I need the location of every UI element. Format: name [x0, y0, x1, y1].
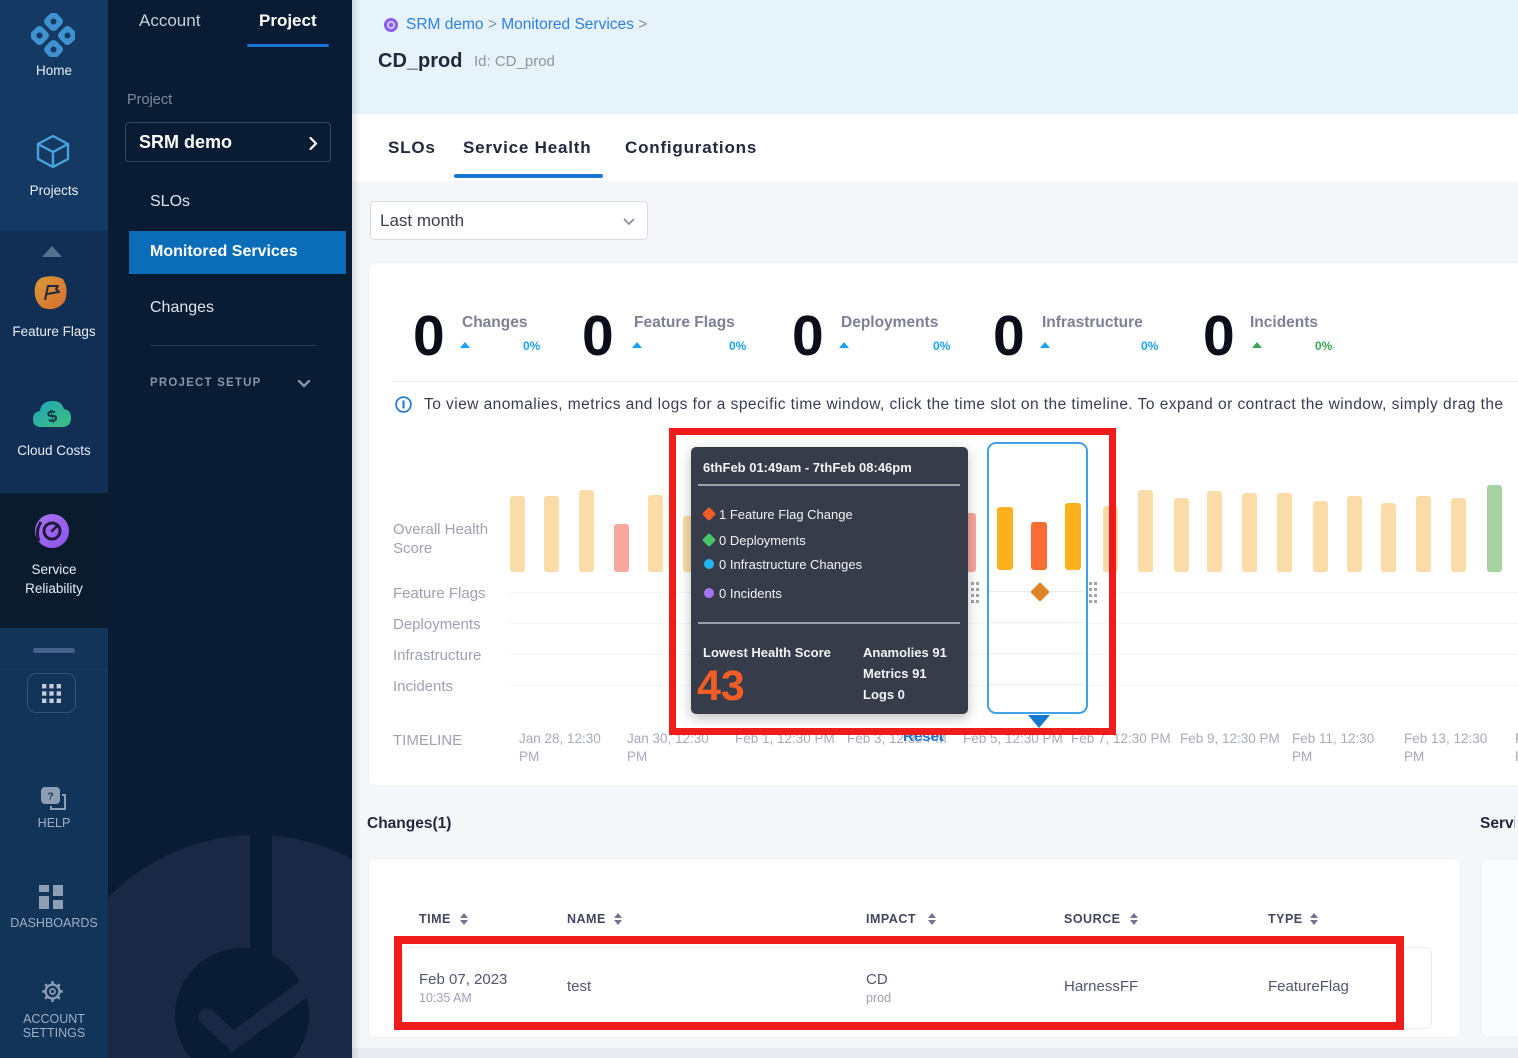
svg-text:?: ?	[47, 792, 53, 803]
